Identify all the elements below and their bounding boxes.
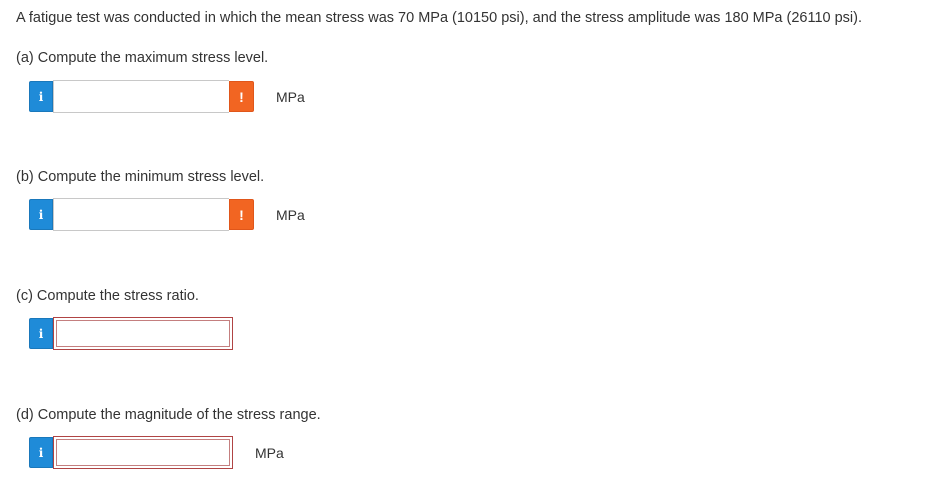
info-icon[interactable]: i	[29, 81, 53, 112]
answer-row-a: i ! MPa	[29, 80, 305, 113]
answer-row-d: i MPa	[29, 436, 284, 469]
answer-input-b[interactable]	[53, 198, 229, 231]
info-icon[interactable]: i	[29, 318, 53, 349]
answer-input-c[interactable]	[53, 317, 233, 350]
question-a: (a) Compute the maximum stress level.	[16, 50, 269, 66]
answer-input-d[interactable]	[53, 436, 233, 469]
unit-label-b: MPa	[276, 206, 305, 223]
answer-row-b: i ! MPa	[29, 198, 305, 231]
warning-icon[interactable]: !	[229, 81, 254, 112]
problem-statement: A fatigue test was conducted in which th…	[16, 10, 863, 26]
unit-label-a: MPa	[276, 88, 305, 105]
answer-input-a[interactable]	[53, 80, 229, 113]
question-b: (b) Compute the minimum stress level.	[16, 169, 265, 185]
question-c: (c) Compute the stress ratio.	[16, 288, 199, 304]
unit-label-d: MPa	[255, 444, 284, 461]
question-d: (d) Compute the magnitude of the stress …	[16, 407, 321, 423]
info-icon[interactable]: i	[29, 199, 53, 230]
answer-row-c: i	[29, 317, 233, 350]
warning-icon[interactable]: !	[229, 199, 254, 230]
info-icon[interactable]: i	[29, 437, 53, 468]
